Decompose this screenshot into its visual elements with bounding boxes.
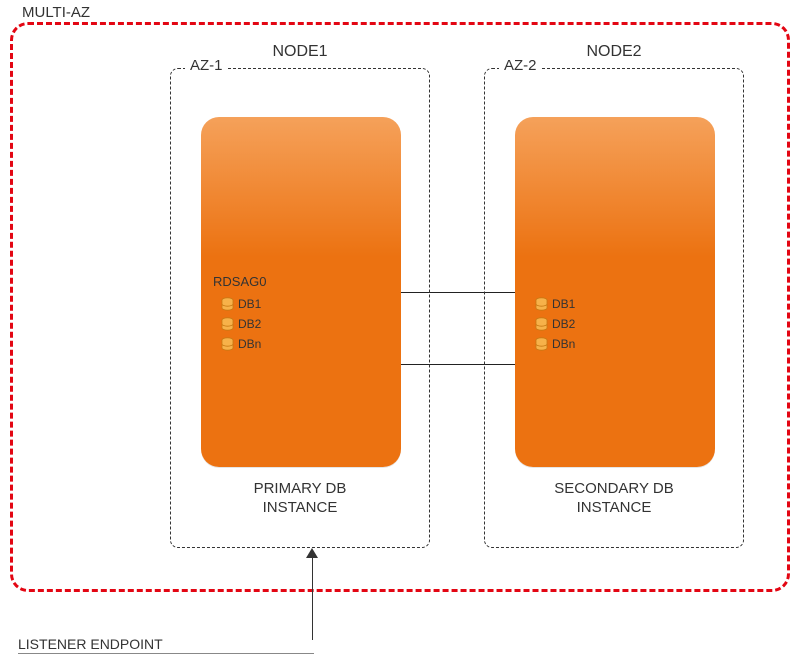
availability-zone-2: AZ-2 NODE2 DB1 DB2 — [484, 68, 744, 548]
db-item: DBn — [535, 334, 575, 354]
database-icon — [535, 337, 548, 351]
multi-az-label: MULTI-AZ — [18, 4, 94, 21]
db-label: DB1 — [238, 297, 261, 311]
db-item: DB1 — [535, 294, 575, 314]
db-label: DBn — [552, 337, 575, 351]
db-label: DBn — [238, 337, 261, 351]
listener-arrow-head-icon — [306, 548, 318, 558]
db-item: DB2 — [221, 314, 261, 334]
db-item: DB1 — [221, 294, 261, 314]
db-label: DB2 — [238, 317, 261, 331]
listener-endpoint-label: LISTENER ENDPOINT — [18, 636, 314, 654]
database-icon — [221, 317, 234, 331]
node2-db-list: DB1 DB2 DBn — [535, 294, 575, 354]
rdsag-box-replica: DB1 DB2 DBn — [521, 272, 709, 364]
node1-db-list: DB1 DB2 DBn — [221, 294, 261, 354]
db-label: DB1 — [552, 297, 575, 311]
primary-instance-label: PRIMARY DBINSTANCE — [171, 479, 429, 517]
database-icon — [221, 297, 234, 311]
database-icon — [535, 297, 548, 311]
node1-box: RDSAG0 DB1 DB2 — [201, 117, 401, 467]
database-icon — [535, 317, 548, 331]
rdsag-label: RDSAG0 — [213, 274, 266, 289]
db-item: DB2 — [535, 314, 575, 334]
secondary-instance-label: SECONDARY DBINSTANCE — [485, 479, 743, 517]
database-icon — [221, 337, 234, 351]
db-label: DB2 — [552, 317, 575, 331]
db-item: DBn — [221, 334, 261, 354]
availability-zone-1: AZ-1 NODE1 RDSAG0 DB1 DB2 — [170, 68, 430, 548]
rdsag-box: RDSAG0 DB1 DB2 — [207, 272, 395, 364]
node1-label: NODE1 — [171, 43, 429, 61]
listener-arrow-line — [312, 554, 313, 640]
node2-box: DB1 DB2 DBn — [515, 117, 715, 467]
node2-label: NODE2 — [485, 43, 743, 61]
